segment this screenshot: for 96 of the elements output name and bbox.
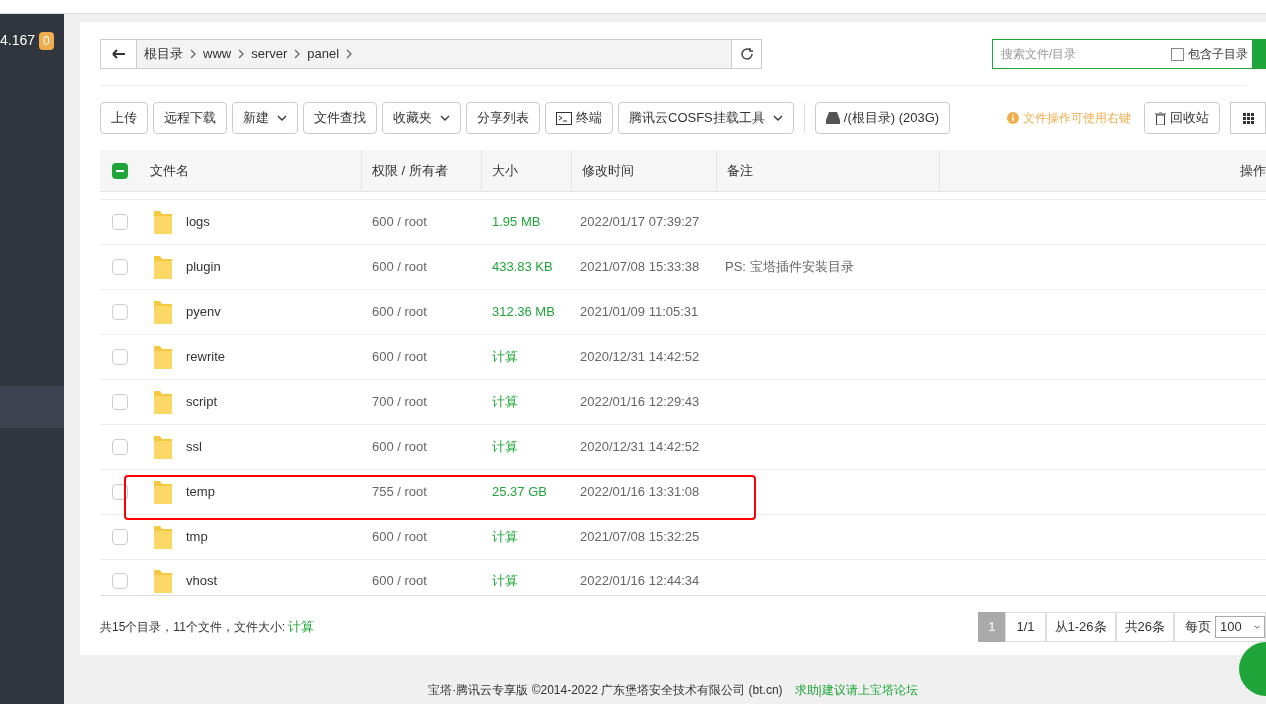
chevron-icon — [190, 49, 196, 59]
table-cell-text: 600 / root — [371, 258, 428, 277]
back-button[interactable] — [101, 40, 137, 68]
caret-icon — [277, 115, 287, 121]
breadcrumb-link[interactable]: 根目录 — [137, 44, 190, 64]
grid-icon — [1242, 112, 1254, 124]
folder-icon — [152, 208, 174, 236]
table-cell-text: 600 / root — [371, 213, 428, 232]
folder-icon — [152, 388, 174, 416]
file-name[interactable]: vhost — [186, 570, 218, 591]
disk-button[interactable]: /(根目录) (203G) — [814, 102, 951, 134]
column-header[interactable]: 修改时间 — [572, 150, 717, 191]
breadcrumb-link[interactable]: www — [196, 44, 239, 64]
folder-icon — [152, 523, 174, 551]
row-checkbox[interactable] — [112, 304, 128, 320]
chevron-icon — [346, 49, 353, 59]
table-cell-text: 2022/01/16 12:29:43 — [579, 393, 701, 412]
table-cell-text: 2020/12/31 14:42:52 — [579, 438, 701, 457]
file-name[interactable]: tmp — [186, 527, 208, 547]
note-text: PS: 宝塔插件安装目录 — [725, 259, 854, 275]
refresh-icon — [739, 47, 754, 61]
count-badge: 0 — [39, 31, 54, 50]
folder-icon — [152, 253, 174, 281]
include-subdirs-checkbox[interactable]: 包含子目录 — [1171, 45, 1252, 63]
table-cell-text: 2021/01/09 11:05:31 — [579, 303, 700, 322]
folder-icon — [152, 343, 174, 371]
toolbar-button[interactable]: 远程下载 — [153, 102, 227, 134]
chevron-icon — [294, 49, 301, 59]
folder-icon — [152, 433, 174, 461]
table-cell-text: 600 / root — [371, 348, 428, 367]
per-page-label: 每页 — [1185, 618, 1211, 637]
column-header: 操作 — [1239, 161, 1266, 180]
row-checkbox[interactable] — [112, 529, 128, 545]
trash-icon — [1155, 111, 1166, 125]
folder-icon — [152, 298, 174, 326]
table-cell-text: 2020/12/31 14:42:52 — [579, 348, 701, 367]
column-header[interactable]: 文件名 — [140, 150, 362, 191]
table-cell-text: 2022/01/16 12:44:34 — [579, 571, 701, 590]
breadcrumb-link[interactable]: server — [244, 44, 295, 64]
row-checkbox[interactable] — [112, 259, 128, 275]
recycle-bin-button[interactable]: 回收站 — [1144, 102, 1220, 134]
summary-text: 共15个目录，11个文件，文件大小: 计算 — [100, 618, 315, 637]
column-header[interactable]: 大小 — [482, 150, 572, 191]
server-address: 4.167 — [0, 31, 36, 50]
file-name[interactable]: rewrite — [186, 347, 225, 367]
page-count: 1/1 — [1005, 612, 1046, 642]
table-cell-text: 600 / root — [371, 528, 428, 547]
toolbar-button[interactable]: 上传 — [100, 102, 148, 134]
info-icon — [1007, 112, 1019, 124]
file-name[interactable]: logs — [186, 212, 210, 232]
toolbar-button[interactable]: 分享列表 — [466, 102, 540, 134]
refresh-button[interactable] — [731, 40, 761, 68]
select-all-checkbox[interactable] — [112, 162, 128, 179]
caret-icon — [440, 115, 450, 121]
file-name[interactable]: plugin — [186, 257, 221, 277]
table-cell-text: 600 / root — [371, 438, 428, 457]
table-cell-text: 755 / root — [371, 483, 428, 502]
table-cell-text: 2022/01/16 13:31:08 — [579, 483, 701, 502]
table-cell-text: 2021/07/08 15:32:25 — [579, 528, 701, 547]
dropdown-button[interactable]: 腾讯云COSFS挂载工具 — [618, 102, 794, 134]
sidebar-item[interactable] — [0, 386, 64, 428]
search-field[interactable]: 搜索文件/目录 包含子目录 — [992, 39, 1266, 69]
record-range: 从1-26条 — [1045, 612, 1116, 642]
row-checkbox[interactable] — [112, 214, 128, 230]
dropdown-button[interactable]: 新建 — [232, 102, 298, 134]
file-name[interactable]: pyenv — [186, 302, 221, 322]
folder-icon — [152, 478, 174, 506]
table-cell-text: 2021/07/08 15:33:38 — [579, 258, 701, 277]
breadcrumb-link[interactable]: panel — [300, 44, 347, 64]
table-cell-text: 600 / root — [371, 571, 428, 590]
record-total: 共26条 — [1115, 612, 1174, 642]
caret-icon — [772, 115, 783, 121]
back-arrow-icon — [111, 49, 126, 59]
grid-view-button[interactable] — [1230, 102, 1266, 134]
terminal-button[interactable]: 终端 — [545, 102, 613, 134]
terminal-icon — [556, 111, 572, 125]
file-name[interactable]: temp — [186, 482, 215, 502]
chevron-icon — [238, 49, 245, 59]
per-page-select[interactable]: 100 — [1215, 616, 1265, 638]
caret-icon — [1253, 624, 1260, 630]
table-cell-text: 600 / root — [371, 303, 428, 322]
row-checkbox[interactable] — [112, 394, 128, 410]
dropdown-button[interactable]: 收藏夹 — [382, 102, 461, 134]
table-cell-text: 2022/01/17 07:39:27 — [579, 213, 701, 232]
column-header[interactable]: 备注 — [717, 150, 940, 191]
search-button[interactable] — [1252, 40, 1265, 68]
row-checkbox[interactable] — [112, 439, 128, 455]
row-checkbox[interactable] — [112, 349, 128, 365]
hint-text: 文件操作可使用右键 — [1007, 109, 1131, 127]
file-name[interactable]: ssl — [186, 437, 202, 457]
file-name[interactable]: script — [186, 392, 218, 412]
toolbar-button[interactable]: 文件查找 — [303, 102, 377, 134]
row-checkbox[interactable] — [112, 572, 128, 589]
copyright-text: 宝塔·腾讯云专享版 ©2014-2022 广东堡塔安全技术有限公司 (bt.cn) — [428, 682, 783, 699]
table-cell-text: 700 / root — [371, 393, 428, 412]
column-header[interactable]: 权限 / 所有者 — [362, 150, 482, 191]
